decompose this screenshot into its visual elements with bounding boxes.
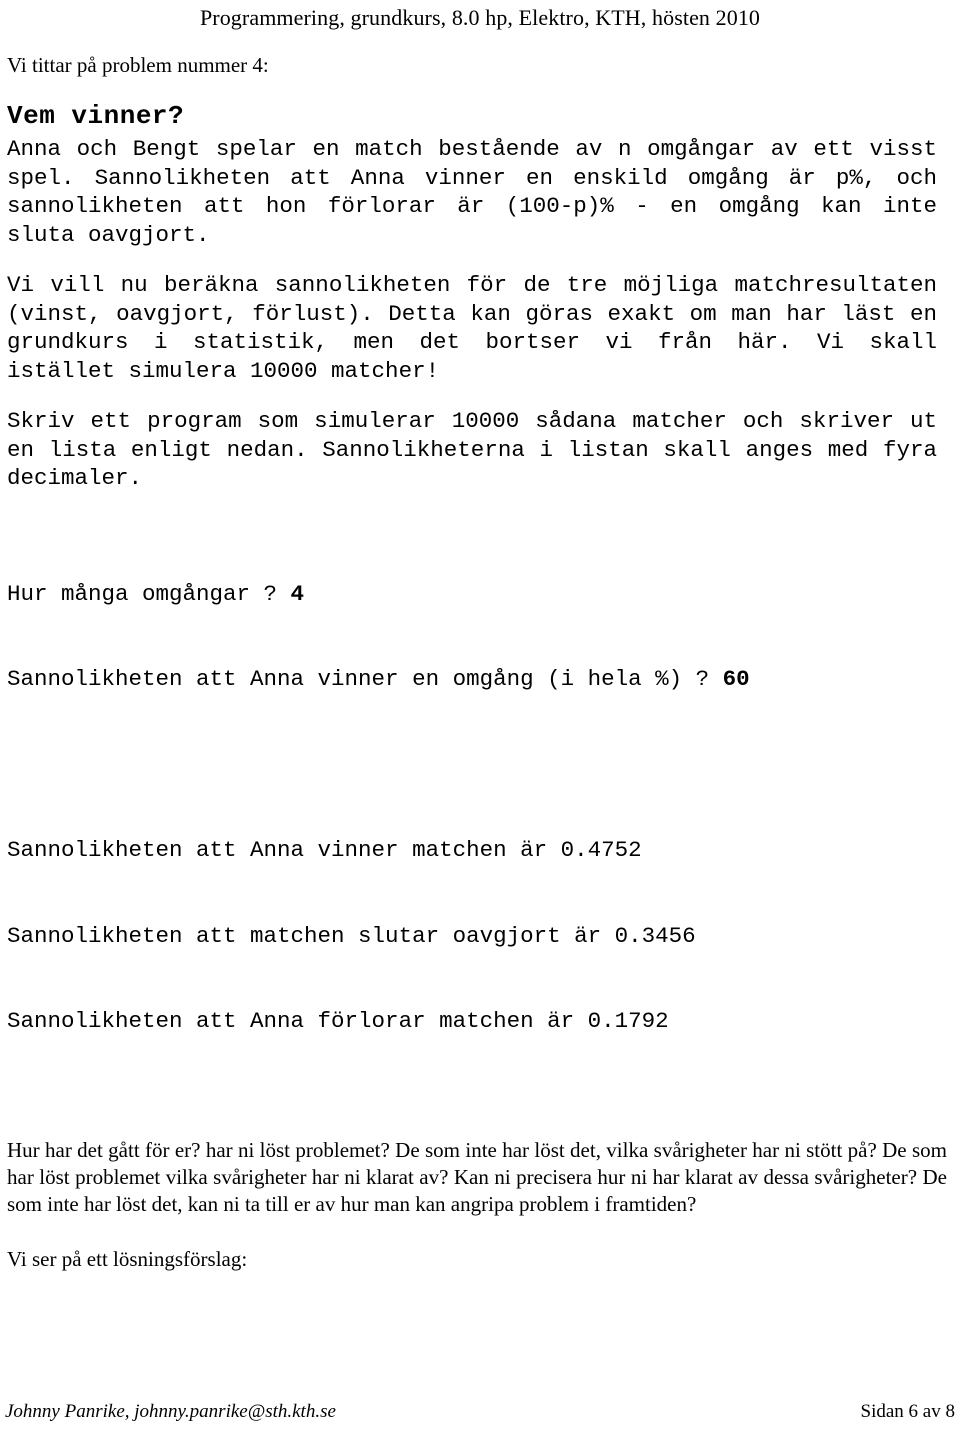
transcript-winprob-value: 60 [722,666,750,692]
transcript-blank-line [7,751,955,780]
problem-heading: Vem vinner? [7,101,185,131]
program-transcript: Hur många omgångar ? 4 Sannolikheten att… [5,523,955,1093]
intro-line: Vi tittar på problem nummer 4: [7,53,269,77]
transcript-result-draw: Sannolikheten att matchen slutar oavgjor… [7,922,696,949]
transcript-line-rounds: Hur många omgångar ? 4 [7,580,955,609]
discussion-paragraph: Hur har det gått för er? har ni löst pro… [7,1137,947,1216]
transcript-rounds-value: 4 [290,580,305,607]
transcript-result-win: Sannolikheten att Anna vinner matchen är… [7,837,642,863]
footer-page-number: Sidan 6 av 8 [860,1401,955,1422]
problem-paragraph-3: Skriv ett program som simulerar 10000 så… [7,408,937,491]
transcript-result-loss: Sannolikheten att Anna förlorar matchen … [7,1008,669,1034]
problem-paragraph-1: Anna och Bengt spelar en match bestående… [7,136,937,248]
running-header: Programmering, grundkurs, 8.0 hp, Elektr… [199,5,761,30]
closing-line: Vi ser på ett lösningsförslag: [7,1246,248,1271]
document-page: Programmering, grundkurs, 8.0 hp, Elektr… [0,0,960,1440]
transcript-winprob-label: Sannolikheten att Anna vinner en omgång … [7,666,723,692]
problem-paragraph-2: Vi vill nu beräkna sannolikheten för de … [7,272,937,384]
transcript-rounds-label: Hur många omgångar ? [7,580,291,607]
page-footer: Johnny Panrike, johnny.panrike@sth.kth.s… [5,1400,955,1424]
footer-author: Johnny Panrike, johnny.panrike@sth.kth.s… [5,1401,336,1422]
transcript-line-winprob: Sannolikheten att Anna vinner en omgång … [7,665,955,694]
